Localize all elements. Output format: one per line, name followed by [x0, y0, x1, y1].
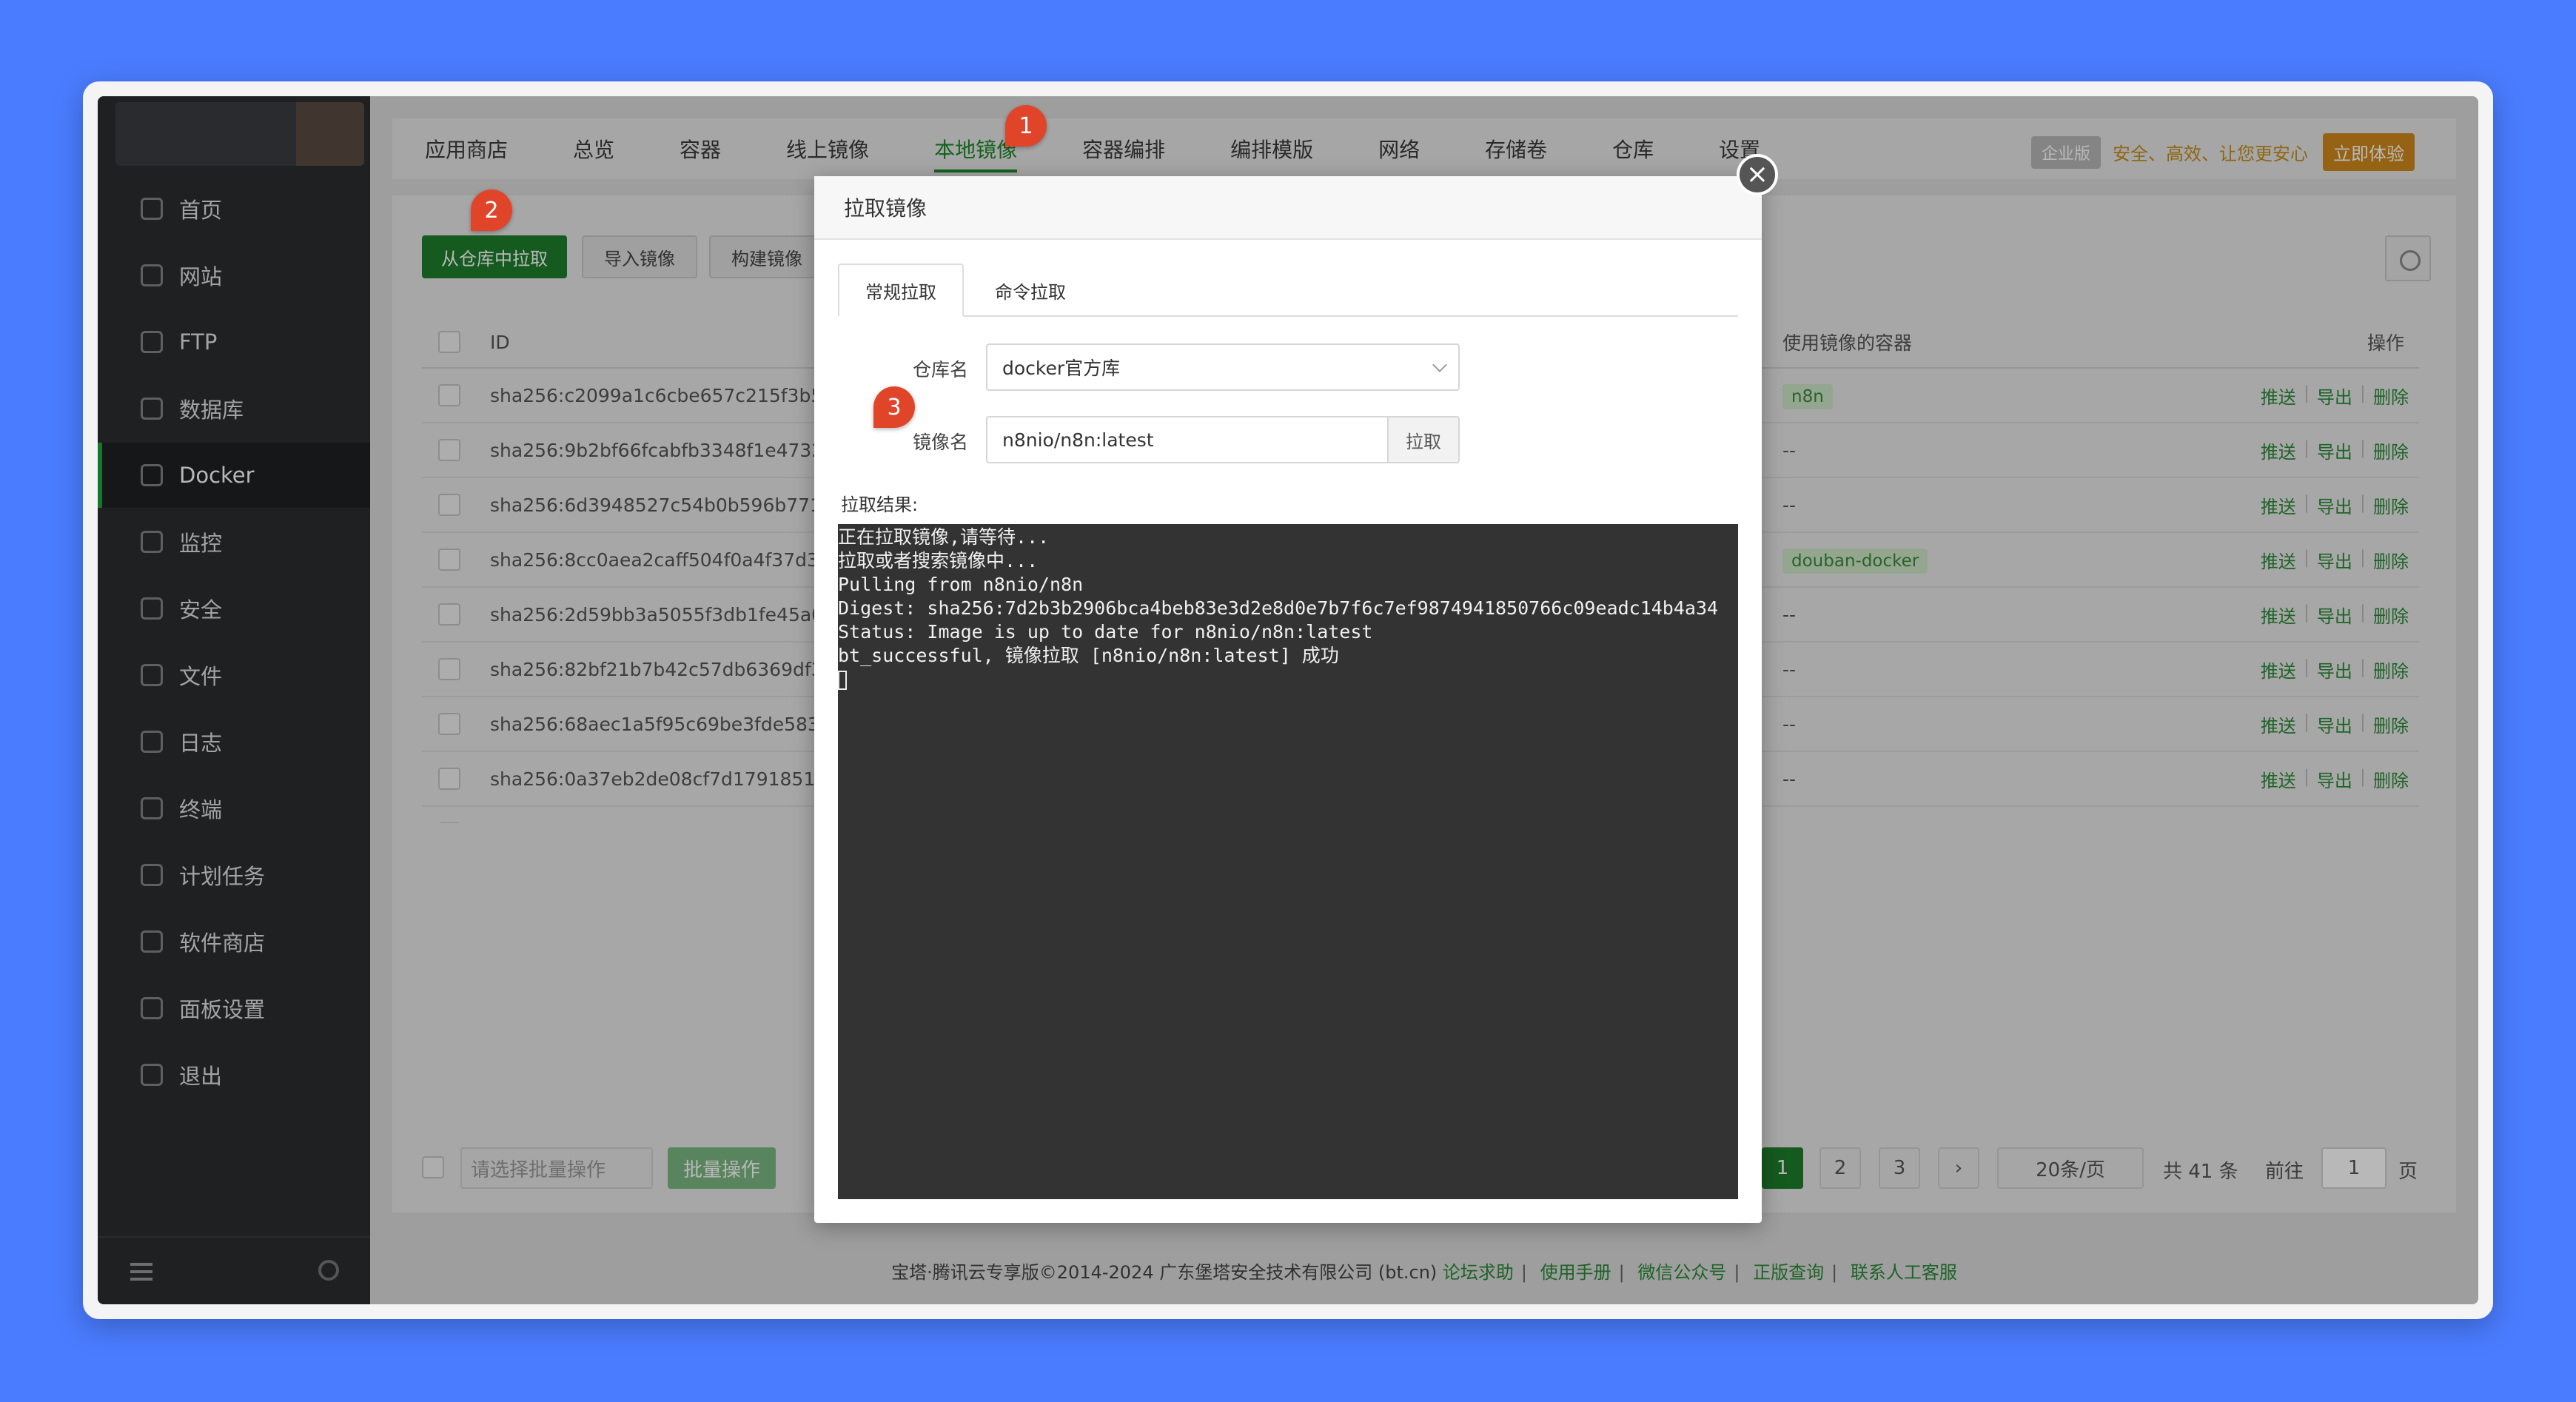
chevron-down-icon: [1432, 358, 1447, 372]
step-marker-1: 1: [1005, 105, 1047, 147]
console-line: 正在拉取镜像,请等待...: [838, 526, 1050, 548]
pull-output-console[interactable]: 正在拉取镜像,请等待... 拉取或者搜索镜像中... Pulling from n8…: [838, 524, 1738, 1199]
console-line: Pulling from n8nio/n8n: [838, 574, 1084, 595]
image-label: 镜像名: [912, 432, 968, 453]
result-label: 拉取结果:: [841, 494, 919, 515]
pull-button[interactable]: 拉取: [1387, 416, 1460, 463]
close-icon[interactable]: ×: [1737, 154, 1778, 195]
console-cursor: [838, 671, 847, 690]
repo-select[interactable]: docker官方库: [986, 343, 1460, 391]
tab-normal-pull[interactable]: 常规拉取: [838, 264, 964, 317]
image-name-input[interactable]: [986, 416, 1387, 463]
step-marker-3: 3: [873, 386, 915, 428]
console-line: 拉取或者搜索镜像中...: [838, 550, 1039, 571]
pull-image-dialog: 拉取镜像 × 常规拉取 命令拉取 仓库名 docker官方库 镜像名 拉取 拉取…: [814, 154, 1778, 1223]
repo-value: docker官方库: [1002, 358, 1121, 379]
step-marker-2: 2: [471, 189, 512, 231]
dialog-tabs: 常规拉取 命令拉取: [838, 264, 1738, 317]
console-line: bt_successful, 镜像拉取 [n8nio/n8n:latest] 成…: [838, 645, 1339, 666]
app-window: 首页 网站 FTP 数据库 Docker 监控 安全 文件 日志 终端 计划任务…: [98, 96, 2478, 1304]
tab-command-pull[interactable]: 命令拉取: [964, 264, 1097, 317]
console-line: Digest: sha256:7d2b3b2906bca4beb83e3d2e8…: [838, 597, 1719, 619]
repo-label: 仓库名: [912, 359, 968, 380]
dialog-title: 拉取镜像: [814, 176, 1762, 240]
console-line: Status: Image is up to date for n8nio/n8…: [838, 621, 1373, 643]
